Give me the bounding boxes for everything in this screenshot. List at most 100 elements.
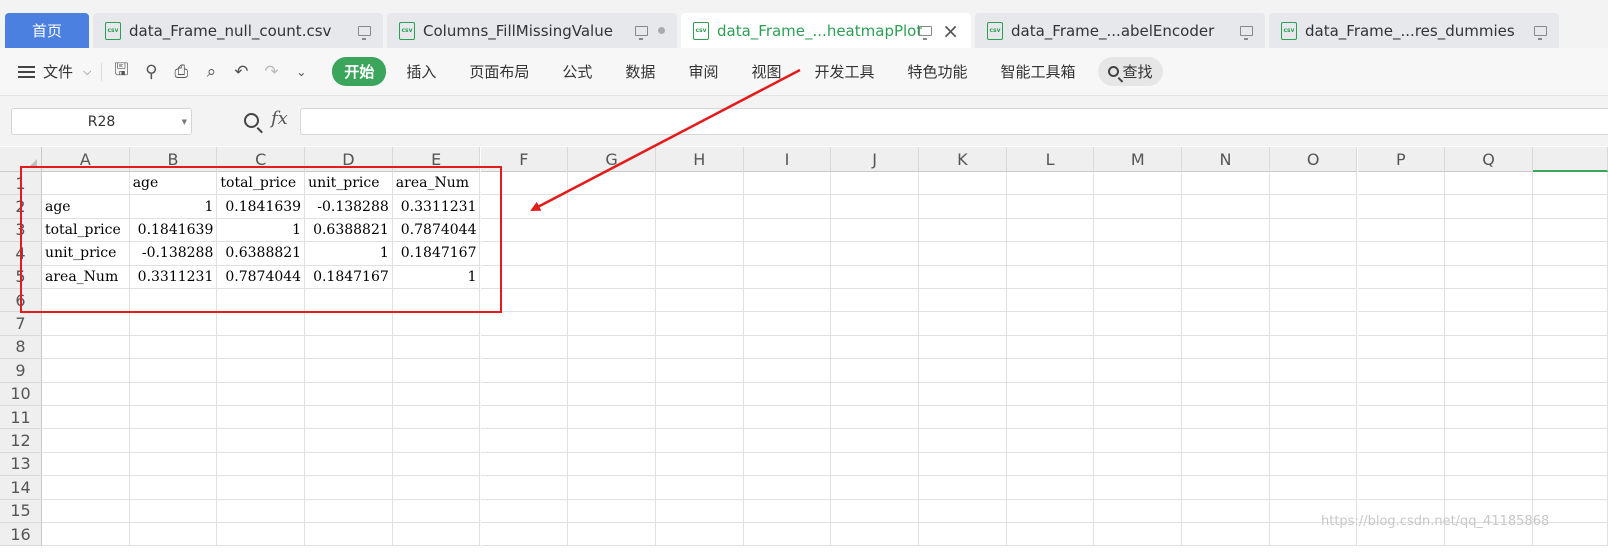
print-icon[interactable]: ⎙ <box>172 62 190 82</box>
cell[interactable] <box>392 382 481 406</box>
row-header[interactable]: 8 <box>0 335 42 360</box>
cell[interactable] <box>568 476 656 500</box>
cell[interactable] <box>655 335 744 360</box>
cell[interactable] <box>480 242 569 266</box>
row-header[interactable]: 12 <box>0 429 42 453</box>
file-menu-button[interactable]: 文件 ⌵ <box>18 61 91 82</box>
cell[interactable] <box>743 172 832 196</box>
cell[interactable] <box>919 359 1007 383</box>
cell[interactable] <box>305 523 393 547</box>
cell[interactable] <box>1445 359 1533 383</box>
cell[interactable] <box>743 382 832 406</box>
cell[interactable] <box>1006 499 1095 523</box>
cell[interactable] <box>743 195 832 219</box>
cell[interactable] <box>831 452 919 477</box>
search-button[interactable]: 查找 <box>1097 57 1163 86</box>
column-header-p[interactable]: P <box>1357 147 1446 172</box>
cell[interactable] <box>1357 218 1446 243</box>
cell[interactable] <box>1532 359 1608 383</box>
cell[interactable] <box>743 429 832 453</box>
zoom-formula-button[interactable] <box>244 113 259 128</box>
cell[interactable] <box>1532 265 1608 289</box>
cell[interactable] <box>655 382 744 406</box>
cell[interactable]: 0.1847167 <box>392 242 481 266</box>
cell[interactable] <box>919 312 1007 336</box>
cell[interactable] <box>655 523 744 547</box>
cell[interactable] <box>1006 406 1095 430</box>
column-header-o[interactable]: O <box>1269 147 1358 172</box>
cell[interactable]: total_price <box>42 218 130 243</box>
cell[interactable]: total_price <box>217 172 306 196</box>
cell[interactable] <box>831 523 919 547</box>
cell[interactable]: -0.138288 <box>129 242 218 266</box>
cell[interactable] <box>1357 406 1446 430</box>
cell[interactable] <box>1006 359 1095 383</box>
ribbon-tab-start[interactable]: 开始 <box>332 57 387 86</box>
cell[interactable] <box>1182 265 1270 289</box>
cell[interactable]: 0.7874044 <box>392 218 481 243</box>
cell[interactable] <box>217 312 306 336</box>
column-header-k[interactable]: K <box>919 147 1007 172</box>
cell[interactable] <box>217 382 306 406</box>
cell[interactable] <box>743 452 832 477</box>
column-header-i[interactable]: I <box>743 147 832 172</box>
cell[interactable] <box>919 406 1007 430</box>
column-header-f[interactable]: F <box>480 147 569 172</box>
cell[interactable] <box>1094 218 1183 243</box>
cell[interactable] <box>568 452 656 477</box>
column-header-q[interactable]: Q <box>1445 147 1533 172</box>
cell[interactable] <box>1094 289 1183 313</box>
cell[interactable] <box>1269 218 1358 243</box>
cell[interactable] <box>305 476 393 500</box>
ribbon-tab-review[interactable]: 审阅 <box>688 61 718 82</box>
cell[interactable]: 1 <box>217 218 306 243</box>
cell[interactable] <box>305 452 393 477</box>
cell[interactable] <box>1182 452 1270 477</box>
dropdown-arrow-icon[interactable]: ▼ <box>182 118 187 126</box>
cell[interactable] <box>392 499 481 523</box>
cell[interactable] <box>743 242 832 266</box>
cell[interactable] <box>42 429 130 453</box>
home-tab[interactable]: 首页 <box>5 13 89 48</box>
row-header[interactable]: 3 <box>0 218 42 243</box>
cell[interactable] <box>1182 359 1270 383</box>
cell[interactable] <box>480 289 569 313</box>
column-header-j[interactable]: J <box>831 147 919 172</box>
cell[interactable]: 0.1841639 <box>217 195 306 219</box>
cell[interactable] <box>919 195 1007 219</box>
cell[interactable] <box>480 359 569 383</box>
cell[interactable] <box>392 523 481 547</box>
cell[interactable] <box>743 523 832 547</box>
cell[interactable] <box>743 406 832 430</box>
format-painter-icon[interactable]: ⚲ <box>142 62 160 82</box>
cell[interactable] <box>129 335 218 360</box>
cell[interactable]: area_Num <box>42 265 130 289</box>
undo-icon[interactable]: ↶ <box>232 62 250 82</box>
cell[interactable] <box>1006 523 1095 547</box>
cell[interactable] <box>568 429 656 453</box>
cell[interactable] <box>305 499 393 523</box>
cell[interactable] <box>655 289 744 313</box>
cell[interactable] <box>129 476 218 500</box>
cell[interactable] <box>1182 242 1270 266</box>
cell[interactable] <box>831 289 919 313</box>
cell[interactable] <box>831 312 919 336</box>
cell[interactable]: unit_price <box>305 172 393 196</box>
row-header[interactable]: 9 <box>0 359 42 383</box>
cell[interactable] <box>1445 429 1533 453</box>
cell[interactable]: 0.1847167 <box>305 265 393 289</box>
cell[interactable] <box>655 476 744 500</box>
tab-label-encoder[interactable]: csv data_Frame_...abelEncoder <box>975 13 1265 48</box>
cell[interactable] <box>1445 265 1533 289</box>
row-header[interactable]: 2 <box>0 195 42 219</box>
ribbon-tab-smart-toolbox[interactable]: 智能工具箱 <box>1001 61 1076 82</box>
cell[interactable] <box>655 452 744 477</box>
column-header-l[interactable]: L <box>1006 147 1095 172</box>
cell[interactable] <box>1357 242 1446 266</box>
cell[interactable]: area_Num <box>392 172 481 196</box>
row-header[interactable]: 11 <box>0 406 42 430</box>
cell[interactable] <box>480 476 569 500</box>
cell[interactable] <box>1445 242 1533 266</box>
ribbon-tab-data[interactable]: 数据 <box>625 61 655 82</box>
cell[interactable] <box>743 359 832 383</box>
